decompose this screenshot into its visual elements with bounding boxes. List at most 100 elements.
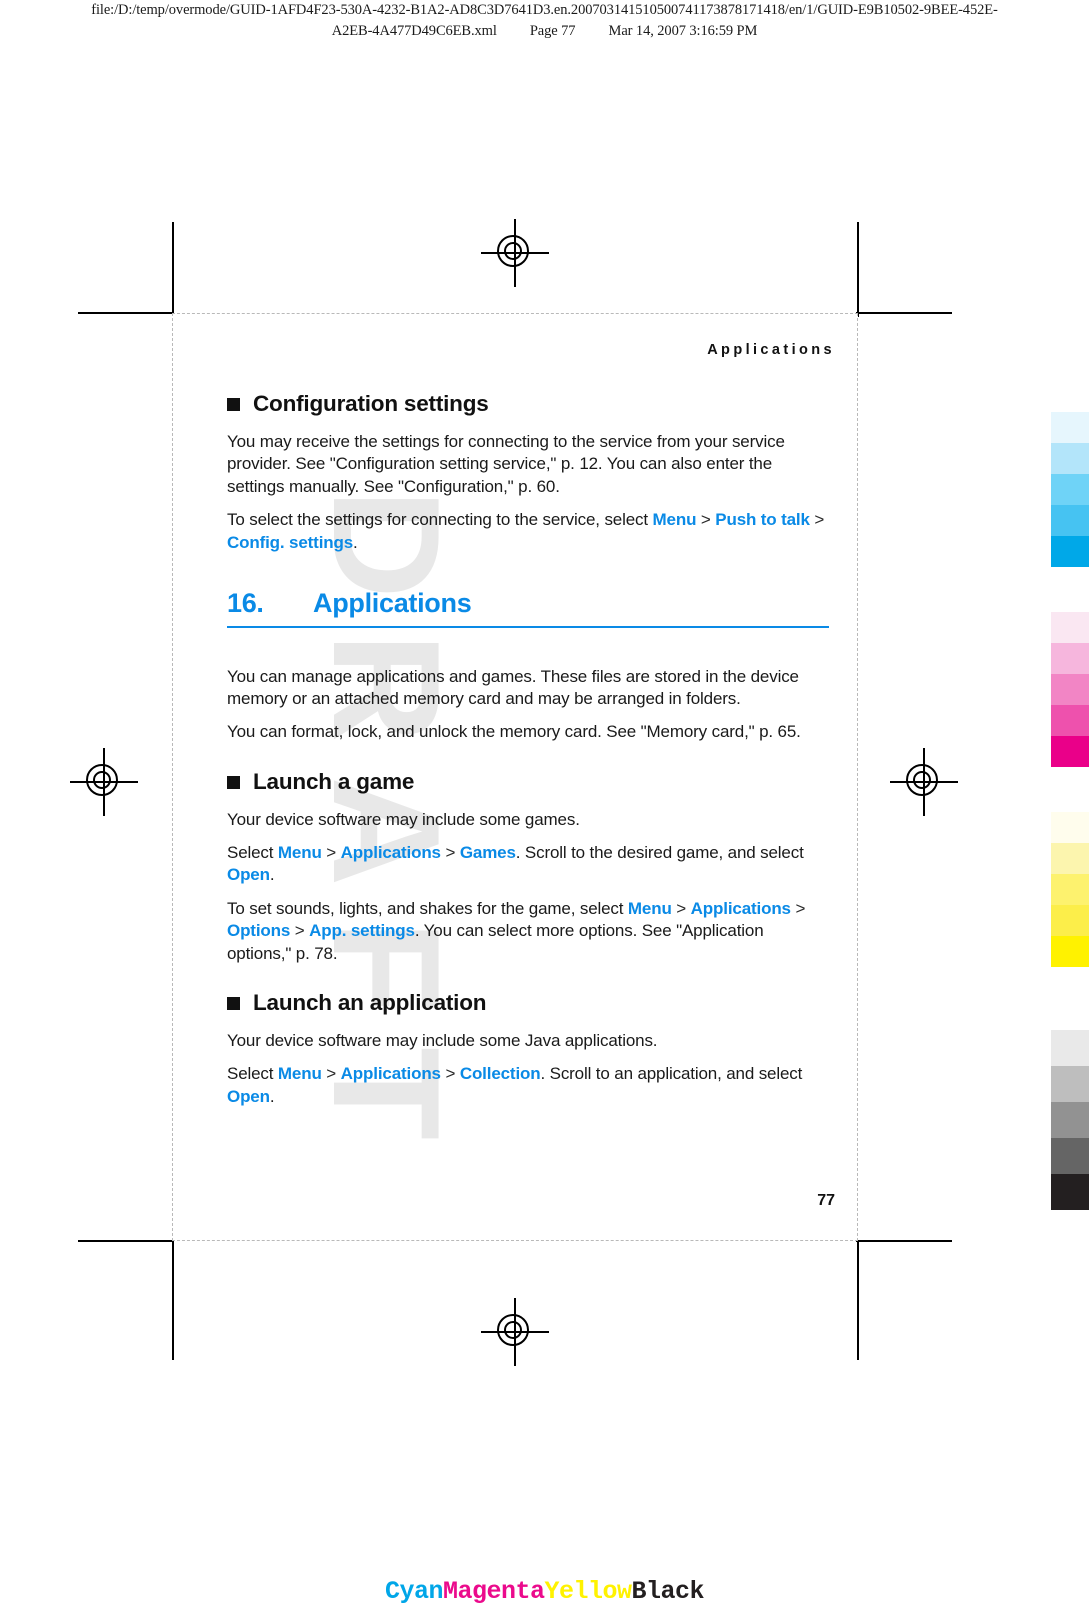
print-header-url: file:/D:/temp/overmode/GUID-1AFD4F23-530… bbox=[91, 2, 998, 18]
sep-2: > bbox=[440, 843, 460, 863]
magenta-strip bbox=[1051, 612, 1089, 767]
heading-launch-an-application: Launch an application bbox=[227, 990, 829, 1016]
paragraph-game-2-pre: Select bbox=[227, 843, 278, 863]
yellow-strip-swatch-4 bbox=[1051, 905, 1089, 936]
ui-term-menu: Menu bbox=[277, 1064, 322, 1084]
paragraph-config-2-post: . bbox=[353, 532, 358, 552]
paragraph-game-3: To set sounds, lights, and shakes for th… bbox=[227, 898, 829, 965]
paragraph-game-2-post: . bbox=[269, 865, 275, 885]
ui-term-menu: Menu bbox=[277, 843, 322, 863]
page-content: Applications Configuration settings You … bbox=[173, 314, 859, 1242]
square-bullet-icon bbox=[227, 397, 240, 411]
ui-term-games: Games bbox=[459, 843, 516, 863]
paragraph-chapter-1: You can manage applications and games. T… bbox=[227, 666, 799, 708]
cmyk-legend-cyan: Cyan bbox=[384, 1577, 444, 1606]
document-page: DRAFT Applications Configuration setting… bbox=[172, 313, 858, 1241]
magenta-strip-swatch-4 bbox=[1051, 705, 1089, 736]
magenta-strip-swatch-3 bbox=[1051, 674, 1089, 705]
ui-term-open: Open bbox=[227, 1086, 270, 1106]
chapter-title: Applications bbox=[313, 587, 472, 618]
paragraph-app-2-mid: . Scroll to an application, and select bbox=[540, 1064, 803, 1084]
cyan-strip bbox=[1051, 412, 1089, 567]
gray-strip-swatch-3 bbox=[1051, 1102, 1089, 1138]
paragraph-app-2: Select Menu > Applications > Collection.… bbox=[227, 1063, 829, 1108]
paragraph-config-1: You may receive the settings for connect… bbox=[227, 431, 785, 496]
ui-term-push-to-talk: Push to talk bbox=[715, 510, 810, 530]
paragraph-chapter-2: You can format, lock, and unlock the mem… bbox=[227, 722, 801, 742]
paragraph-app-2-post: . bbox=[269, 1086, 275, 1106]
ui-term-config-settings: Config. settings bbox=[227, 532, 354, 552]
paragraph-game-2-mid: . Scroll to the desired game, and select bbox=[515, 843, 804, 863]
ui-term-collection: Collection bbox=[459, 1064, 541, 1084]
ui-term-applications: Applications bbox=[690, 898, 791, 918]
sep-1: > bbox=[321, 843, 341, 863]
magenta-strip-swatch-1 bbox=[1051, 612, 1089, 643]
cmyk-legend-black: Black bbox=[631, 1577, 705, 1606]
magenta-strip-swatch-2 bbox=[1051, 643, 1089, 674]
sep-2: > bbox=[809, 510, 825, 530]
paragraph-app-1: Your device software may include some Ja… bbox=[227, 1030, 658, 1050]
crop-mark-top-left-vertical bbox=[172, 222, 174, 317]
cmyk-legend-yellow: Yellow bbox=[544, 1577, 633, 1606]
crop-mark-right-bottom-horizontal bbox=[856, 1240, 952, 1242]
cyan-strip-swatch-4 bbox=[1051, 505, 1089, 536]
cyan-strip-swatch-2 bbox=[1051, 443, 1089, 474]
sep-1: > bbox=[696, 510, 716, 530]
sep-1: > bbox=[671, 898, 691, 918]
crop-mark-left-top-horizontal bbox=[78, 312, 174, 314]
ui-term-menu: Menu bbox=[627, 898, 672, 918]
ui-term-app-settings: App. settings bbox=[309, 921, 415, 941]
ui-term-open: Open bbox=[227, 865, 270, 885]
body-column: Configuration settings You may receive t… bbox=[227, 391, 829, 1119]
chapter-rule bbox=[227, 625, 829, 628]
magenta-strip-swatch-5 bbox=[1051, 736, 1089, 767]
sep-1: > bbox=[321, 1064, 341, 1084]
square-bullet-icon bbox=[227, 997, 240, 1011]
yellow-strip bbox=[1051, 812, 1089, 967]
crop-mark-right-top-horizontal bbox=[856, 312, 952, 314]
paragraph-config-2-pre: To select the settings for connecting to… bbox=[227, 510, 653, 530]
cyan-strip-swatch-3 bbox=[1051, 474, 1089, 505]
paragraph-app-2-pre: Select bbox=[227, 1064, 278, 1084]
gray-strip-swatch-5 bbox=[1051, 1174, 1089, 1210]
ui-term-applications: Applications bbox=[340, 1064, 441, 1084]
sep-2: > bbox=[790, 898, 806, 918]
print-header-filename: A2EB-4A477D49C6EB.xml bbox=[331, 23, 497, 40]
ui-term-applications: Applications bbox=[340, 843, 441, 863]
crop-mark-bottom-left-vertical bbox=[172, 1240, 174, 1360]
paragraph-game-1: Your device software may include some ga… bbox=[227, 809, 580, 829]
paragraph-game-3-pre: To set sounds, lights, and shakes for th… bbox=[227, 898, 628, 918]
yellow-strip-swatch-1 bbox=[1051, 812, 1089, 843]
gray-strip bbox=[1051, 1030, 1089, 1210]
paragraph-config-2: To select the settings for connecting to… bbox=[227, 509, 829, 554]
heading-launch-a-game-label: Launch a game bbox=[253, 768, 415, 794]
yellow-strip-swatch-3 bbox=[1051, 874, 1089, 905]
chapter-number: 16. bbox=[227, 587, 264, 618]
heading-launch-an-application-label: Launch an application bbox=[253, 990, 487, 1016]
sep-3: > bbox=[290, 921, 310, 941]
crop-mark-bottom-right-vertical bbox=[857, 1240, 859, 1360]
print-header-page: Page 77 bbox=[529, 23, 576, 40]
registration-target-top bbox=[481, 219, 549, 287]
running-head: Applications bbox=[707, 342, 835, 358]
heading-configuration-settings: Configuration settings bbox=[227, 391, 829, 417]
yellow-strip-swatch-5 bbox=[1051, 936, 1089, 967]
crop-mark-left-bottom-horizontal bbox=[78, 1240, 174, 1242]
print-header-date: Mar 14, 2007 3:16:59 PM bbox=[608, 23, 758, 40]
cyan-strip-swatch-5 bbox=[1051, 536, 1089, 567]
print-header-meta: A2EB-4A477D49C6EB.xml Page 77 Mar 14, 20… bbox=[0, 21, 1089, 42]
ui-term-options: Options bbox=[227, 921, 291, 941]
page-number: 77 bbox=[817, 1192, 835, 1209]
cmyk-legend-magenta: Magenta bbox=[442, 1577, 545, 1606]
gray-strip-swatch-2 bbox=[1051, 1066, 1089, 1102]
registration-target-left bbox=[70, 748, 138, 816]
cmyk-legend: CyanMagentaYellowBlack bbox=[0, 1577, 1089, 1606]
print-header: file:/D:/temp/overmode/GUID-1AFD4F23-530… bbox=[0, 0, 1089, 42]
square-bullet-icon bbox=[227, 775, 240, 789]
yellow-strip-swatch-2 bbox=[1051, 843, 1089, 874]
heading-launch-a-game: Launch a game bbox=[227, 768, 829, 795]
gray-strip-swatch-4 bbox=[1051, 1138, 1089, 1174]
registration-target-right bbox=[890, 748, 958, 816]
paragraph-game-2: Select Menu > Applications > Games. Scro… bbox=[227, 842, 829, 887]
registration-target-bottom bbox=[481, 1298, 549, 1366]
